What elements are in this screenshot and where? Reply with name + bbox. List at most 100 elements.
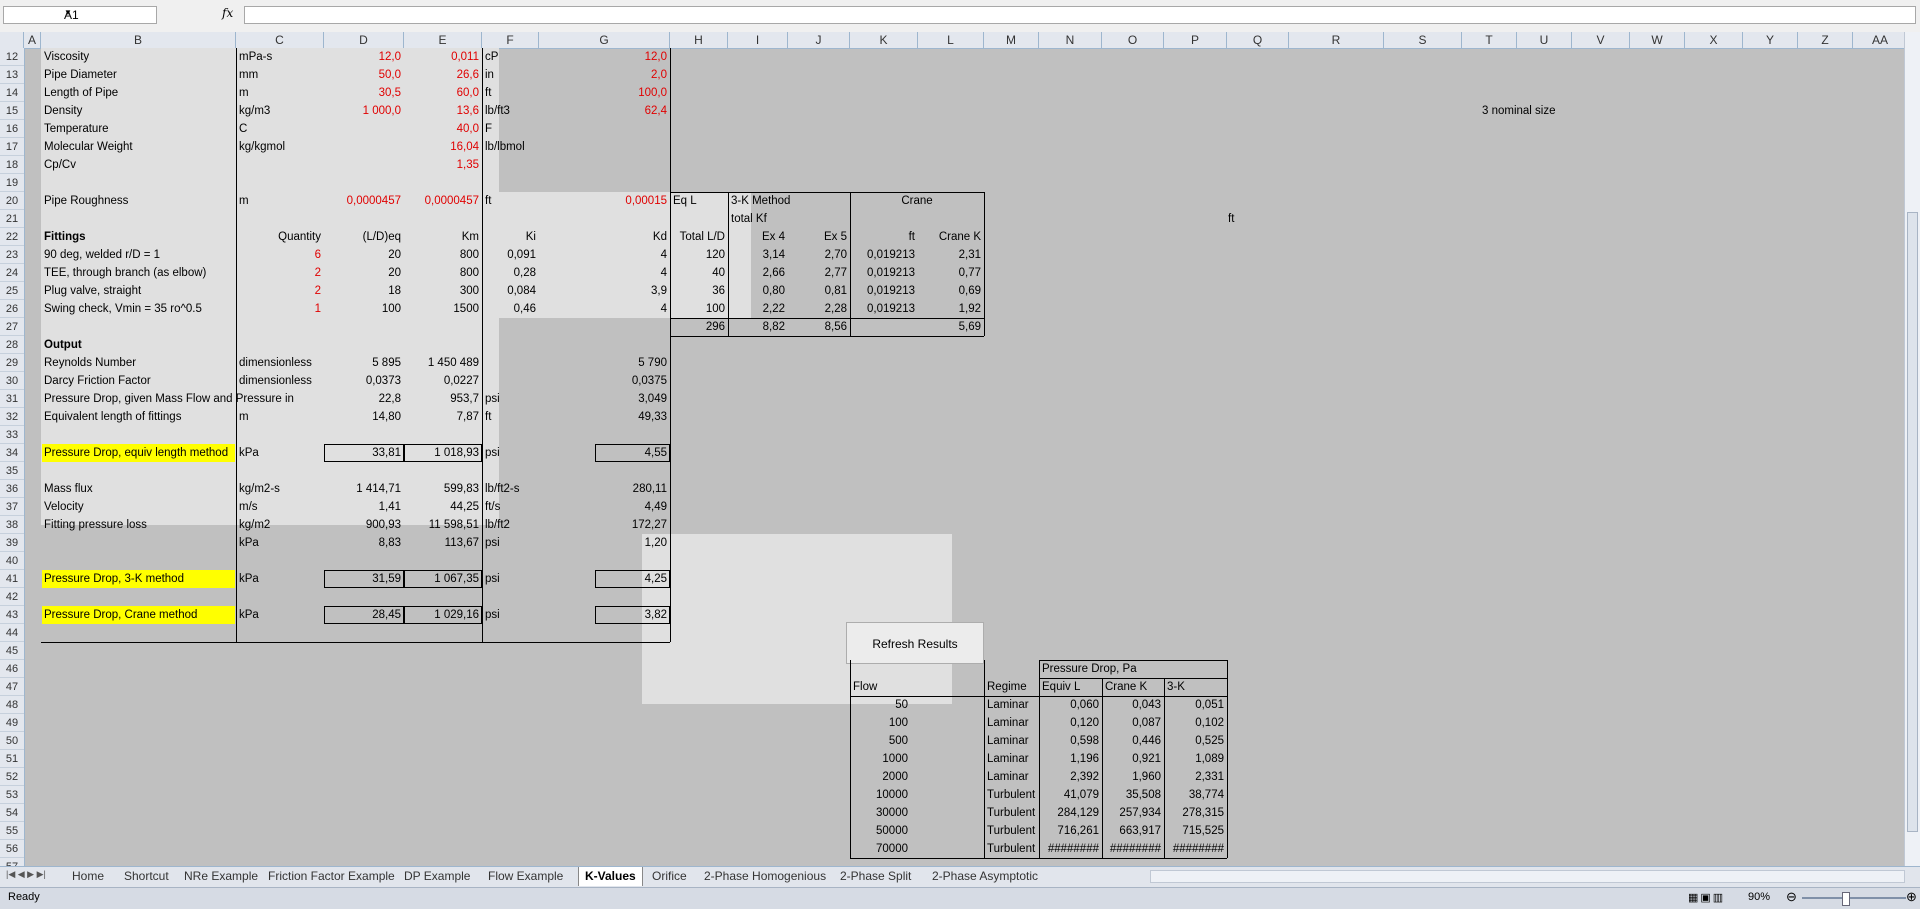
- results-regime[interactable]: Laminar: [987, 714, 1036, 732]
- fitting-ex5[interactable]: 2,77: [791, 264, 847, 282]
- row-header[interactable]: 19: [0, 174, 24, 192]
- tab-friction-factor-example[interactable]: Friction Factor Example: [262, 867, 401, 886]
- header-ft[interactable]: ft: [853, 228, 915, 246]
- row-header[interactable]: 40: [0, 552, 24, 570]
- results-3k[interactable]: 278,315: [1167, 804, 1224, 822]
- view-buttons[interactable]: ▦▣▥: [1688, 891, 1725, 904]
- row-header[interactable]: 43: [0, 606, 24, 624]
- output-us[interactable]: 5 790: [542, 354, 667, 372]
- output-label[interactable]: Reynolds Number: [44, 354, 233, 372]
- horizontal-scrollbar[interactable]: [1150, 870, 1905, 883]
- output-label[interactable]: [44, 534, 233, 552]
- fitting-ft[interactable]: 0,019213: [853, 246, 915, 264]
- tab-orifice[interactable]: Orifice: [646, 867, 693, 886]
- zoom-slider[interactable]: [1802, 897, 1906, 899]
- column-header-r[interactable]: R: [1289, 32, 1384, 48]
- output-us[interactable]: 49,33: [542, 408, 667, 426]
- input-label[interactable]: Pipe Diameter: [44, 66, 233, 84]
- row-header[interactable]: 52: [0, 768, 24, 786]
- fitting-ki[interactable]: 0,084: [485, 282, 536, 300]
- row-header[interactable]: 47: [0, 678, 24, 696]
- results-flow[interactable]: 100: [853, 714, 908, 732]
- fitting-ex5[interactable]: 0,81: [791, 282, 847, 300]
- row-header[interactable]: 45: [0, 642, 24, 660]
- header-crane-k[interactable]: Crane K: [921, 228, 981, 246]
- fitting-name[interactable]: Plug valve, straight: [44, 282, 233, 300]
- column-header-s[interactable]: S: [1384, 32, 1462, 48]
- input-unit[interactable]: mm: [239, 66, 321, 84]
- row-header[interactable]: 51: [0, 750, 24, 768]
- output-unit[interactable]: kg/m2-s: [239, 480, 321, 498]
- results-equiv[interactable]: 284,129: [1042, 804, 1099, 822]
- header-kd[interactable]: Kd: [542, 228, 667, 246]
- output-si[interactable]: 14,80: [327, 408, 401, 426]
- roughness-unit[interactable]: m: [239, 192, 321, 210]
- tab-shortcut[interactable]: Shortcut: [118, 867, 175, 886]
- fitting-km[interactable]: 300: [407, 282, 479, 300]
- input-si-value[interactable]: 50,0: [327, 66, 401, 84]
- dp-3k-us-unit[interactable]: psi: [485, 570, 536, 588]
- column-header-p[interactable]: P: [1164, 32, 1227, 48]
- input-label[interactable]: Length of Pipe: [44, 84, 233, 102]
- dp-3k-unit[interactable]: kPa: [239, 570, 321, 588]
- fitting-ex4[interactable]: 2,66: [731, 264, 785, 282]
- results-flow[interactable]: 50000: [853, 822, 908, 840]
- row-header[interactable]: 56: [0, 840, 24, 858]
- name-box[interactable]: A1 ▼: [3, 6, 157, 24]
- input-unit[interactable]: C: [239, 120, 321, 138]
- fitting-km[interactable]: 1500: [407, 300, 479, 318]
- output-value[interactable]: 953,7: [407, 390, 479, 408]
- row-header[interactable]: 13: [0, 66, 24, 84]
- output-label[interactable]: Velocity: [44, 498, 233, 516]
- input-si-value[interactable]: [327, 120, 401, 138]
- header-ki[interactable]: Ki: [485, 228, 536, 246]
- results-crane[interactable]: 35,508: [1105, 786, 1161, 804]
- dp-equiv-unit[interactable]: kPa: [239, 444, 321, 462]
- row-header[interactable]: 55: [0, 822, 24, 840]
- results-regime[interactable]: Turbulent: [987, 786, 1036, 804]
- fitting-ki[interactable]: 0,46: [485, 300, 536, 318]
- input-us-value[interactable]: 62,4: [542, 102, 667, 120]
- output-us-unit[interactable]: psi: [485, 534, 536, 552]
- row-header[interactable]: 24: [0, 264, 24, 282]
- column-header-q[interactable]: Q: [1227, 32, 1289, 48]
- fitting-total-ld[interactable]: 36: [673, 282, 725, 300]
- roughness-label[interactable]: Pipe Roughness: [44, 192, 233, 210]
- results-3k[interactable]: 38,774: [1167, 786, 1224, 804]
- input-us-unit[interactable]: cP: [485, 48, 536, 66]
- output-us[interactable]: 1,20: [542, 534, 667, 552]
- row-header[interactable]: 31: [0, 390, 24, 408]
- tab-k-values[interactable]: K-Values: [578, 867, 643, 886]
- row-header[interactable]: 25: [0, 282, 24, 300]
- results-crane[interactable]: 0,087: [1105, 714, 1161, 732]
- output-unit[interactable]: dimensionless: [239, 354, 321, 372]
- fitting-ki[interactable]: 0,091: [485, 246, 536, 264]
- row-header[interactable]: 49: [0, 714, 24, 732]
- row-header[interactable]: 54: [0, 804, 24, 822]
- output-si[interactable]: 900,93: [327, 516, 401, 534]
- input-label[interactable]: Molecular Weight: [44, 138, 233, 156]
- header-total-ld[interactable]: Total L/D: [673, 228, 725, 246]
- row-header[interactable]: 44: [0, 624, 24, 642]
- results-flow[interactable]: 2000: [853, 768, 908, 786]
- output-us-unit[interactable]: [485, 372, 536, 390]
- results-flow[interactable]: 50: [853, 696, 908, 714]
- results-crane[interactable]: 663,917: [1105, 822, 1161, 840]
- input-us-value[interactable]: 12,0: [542, 48, 667, 66]
- fitting-ex5[interactable]: 2,28: [791, 300, 847, 318]
- results-flow[interactable]: 70000: [853, 840, 908, 858]
- results-regime[interactable]: Turbulent: [987, 822, 1036, 840]
- results-3k[interactable]: 1,089: [1167, 750, 1224, 768]
- results-crane[interactable]: 0,446: [1105, 732, 1161, 750]
- input-unit[interactable]: kg/m3: [239, 102, 321, 120]
- results-crane[interactable]: 0,921: [1105, 750, 1161, 768]
- column-header-o[interactable]: O: [1102, 32, 1164, 48]
- results-crane-header[interactable]: Crane K: [1105, 678, 1161, 696]
- results-flow[interactable]: 10000: [853, 786, 908, 804]
- row-header[interactable]: 57: [0, 858, 24, 866]
- column-header-w[interactable]: W: [1630, 32, 1685, 48]
- output-si[interactable]: 1,41: [327, 498, 401, 516]
- total-ex4[interactable]: 8,82: [731, 318, 785, 336]
- row-header[interactable]: 30: [0, 372, 24, 390]
- fitting-total-ld[interactable]: 120: [673, 246, 725, 264]
